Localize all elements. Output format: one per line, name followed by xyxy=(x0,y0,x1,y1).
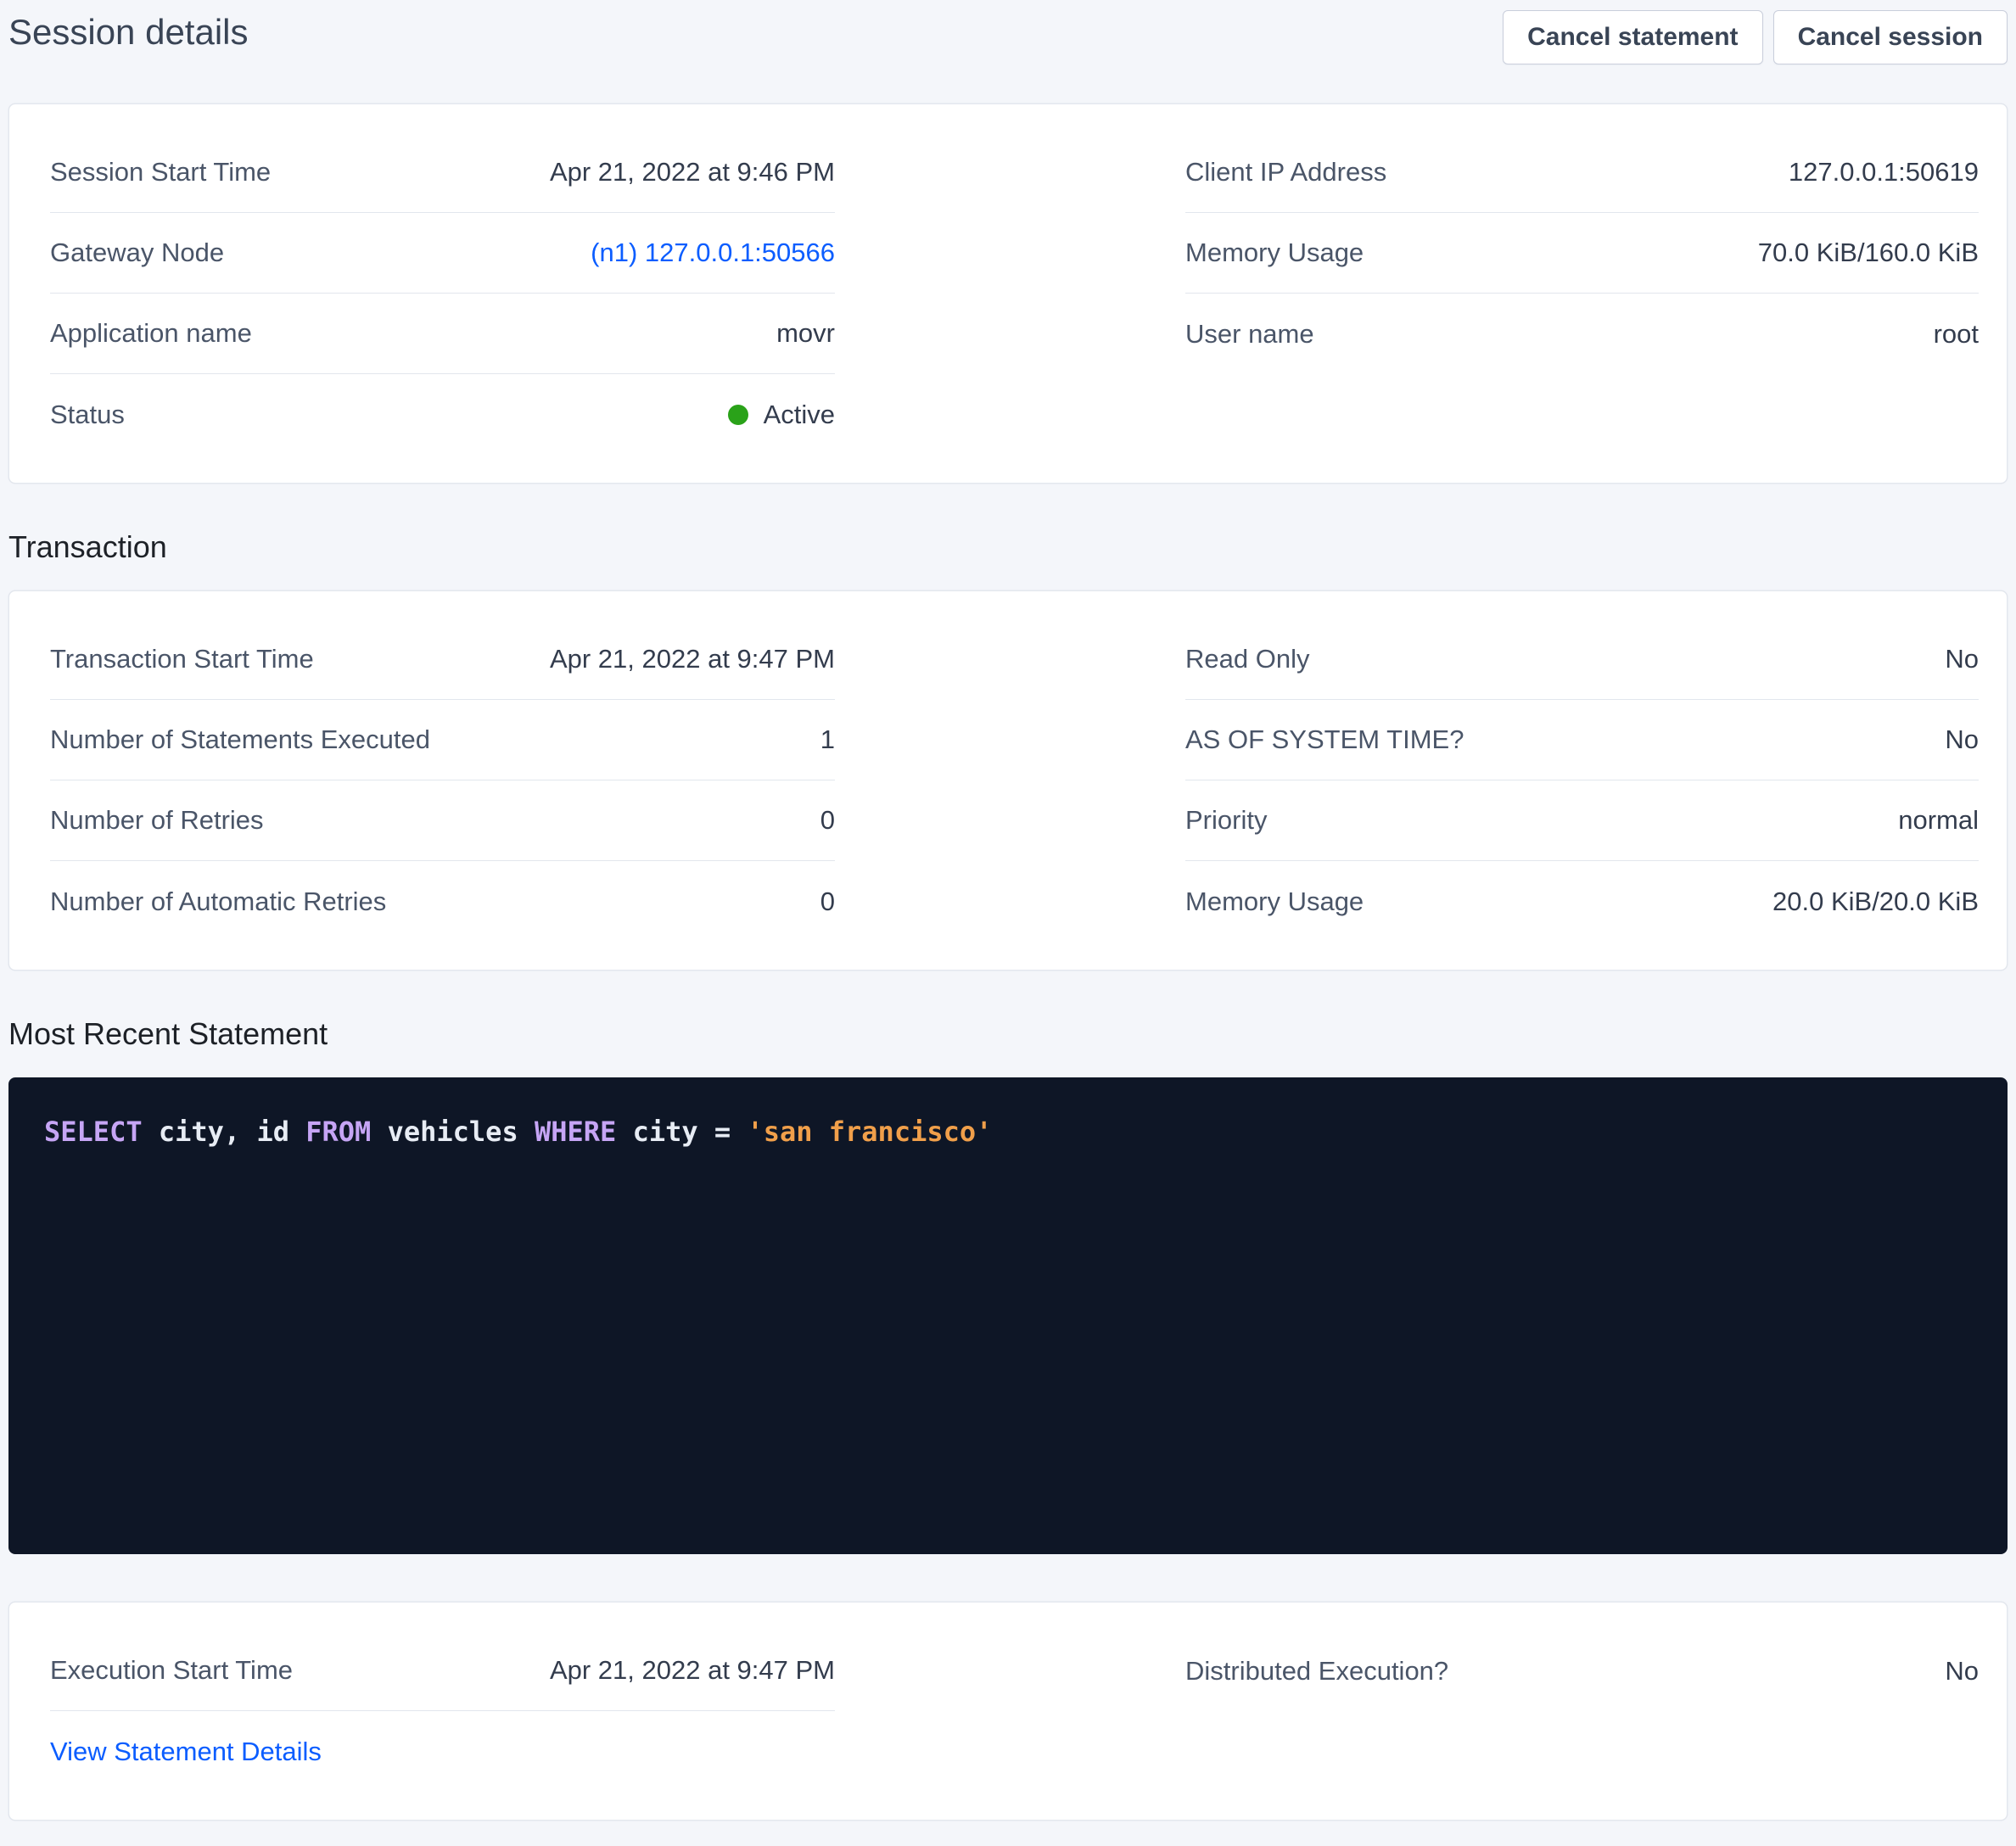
info-row-priority: Priority normal xyxy=(1185,780,1979,861)
row-label: User name xyxy=(1185,319,1314,350)
row-label: Memory Usage xyxy=(1185,887,1364,917)
row-label: Client IP Address xyxy=(1185,157,1386,187)
info-row-statements-executed: Number of Statements Executed 1 xyxy=(50,700,835,780)
execution-card-left-column: Execution Start Time Apr 21, 2022 at 9:4… xyxy=(42,1631,835,1792)
row-value: 127.0.0.1:50619 xyxy=(1789,157,1979,187)
row-label: Session Start Time xyxy=(50,157,271,187)
transaction-card-left-column: Transaction Start Time Apr 21, 2022 at 9… xyxy=(42,619,835,942)
session-card-left-column: Session Start Time Apr 21, 2022 at 9:46 … xyxy=(42,132,835,455)
row-label: Read Only xyxy=(1185,644,1309,674)
info-row-application-name: Application name movr xyxy=(50,294,835,374)
info-row-session-start-time: Session Start Time Apr 21, 2022 at 9:46 … xyxy=(50,132,835,213)
cancel-statement-button[interactable]: Cancel statement xyxy=(1503,10,1762,64)
info-row-as-of-system-time: AS OF SYSTEM TIME? No xyxy=(1185,700,1979,780)
sql-token-keyword: FROM xyxy=(305,1116,371,1148)
sql-token-string: 'san francisco' xyxy=(747,1116,992,1148)
row-label: Distributed Execution? xyxy=(1185,1656,1448,1687)
page-title: Session details xyxy=(8,10,249,53)
execution-card-right-column: Distributed Execution? No xyxy=(1185,1631,1979,1792)
row-value: 0 xyxy=(820,887,835,917)
row-label: Application name xyxy=(50,318,252,349)
row-value: 1 xyxy=(820,724,835,755)
row-value: 0 xyxy=(820,805,835,836)
row-label: Number of Statements Executed xyxy=(50,724,430,755)
row-value: No xyxy=(1945,644,1979,674)
info-row-memory-usage: Memory Usage 70.0 KiB/160.0 KiB xyxy=(1185,213,1979,294)
row-label: Status xyxy=(50,400,125,430)
execution-card: Execution Start Time Apr 21, 2022 at 9:4… xyxy=(8,1602,2008,1821)
row-label: Execution Start Time xyxy=(50,1655,293,1686)
gateway-node-link[interactable]: (n1) 127.0.0.1:50566 xyxy=(591,238,835,268)
most-recent-statement-heading: Most Recent Statement xyxy=(8,1016,2008,1052)
row-label: Priority xyxy=(1185,805,1267,836)
sql-token-plain: vehicles xyxy=(371,1116,535,1148)
session-summary-card: Session Start Time Apr 21, 2022 at 9:46 … xyxy=(8,103,2008,484)
row-label: AS OF SYSTEM TIME? xyxy=(1185,724,1464,755)
session-card-right-column: Client IP Address 127.0.0.1:50619 Memory… xyxy=(1185,132,1979,455)
row-value: root xyxy=(1934,319,1979,350)
row-value: Apr 21, 2022 at 9:46 PM xyxy=(550,157,835,187)
status-badge: Active xyxy=(728,400,835,430)
transaction-card: Transaction Start Time Apr 21, 2022 at 9… xyxy=(8,590,2008,971)
row-value: No xyxy=(1945,724,1979,755)
sql-token-plain: city = xyxy=(616,1116,747,1148)
transaction-card-right-column: Read Only No AS OF SYSTEM TIME? No Prior… xyxy=(1185,619,1979,942)
info-row-number-of-retries: Number of Retries 0 xyxy=(50,780,835,861)
row-value: 70.0 KiB/160.0 KiB xyxy=(1758,238,1979,268)
session-details-page: Session details Cancel statement Cancel … xyxy=(0,0,2016,1821)
row-label: Memory Usage xyxy=(1185,238,1364,268)
row-label: Number of Automatic Retries xyxy=(50,887,386,917)
info-row-transaction-memory-usage: Memory Usage 20.0 KiB/20.0 KiB xyxy=(1185,861,1979,942)
info-row-transaction-start-time: Transaction Start Time Apr 21, 2022 at 9… xyxy=(50,619,835,700)
info-row-client-ip: Client IP Address 127.0.0.1:50619 xyxy=(1185,132,1979,213)
row-value: 20.0 KiB/20.0 KiB xyxy=(1772,887,1979,917)
row-value: No xyxy=(1945,1656,1979,1687)
row-value: normal xyxy=(1898,805,1979,836)
row-value: movr xyxy=(776,318,835,349)
view-statement-details-row: View Statement Details xyxy=(50,1711,835,1792)
sql-token-plain: city, id xyxy=(143,1116,306,1148)
row-value: Apr 21, 2022 at 9:47 PM xyxy=(550,1655,835,1686)
cancel-session-button[interactable]: Cancel session xyxy=(1773,10,2008,64)
row-value: Apr 21, 2022 at 9:47 PM xyxy=(550,644,835,674)
row-label: Transaction Start Time xyxy=(50,644,314,674)
sql-token-keyword: SELECT xyxy=(44,1116,143,1148)
sql-code-block: SELECT city, id FROM vehicles WHERE city… xyxy=(8,1077,2008,1554)
sql-token-keyword: WHERE xyxy=(535,1116,616,1148)
info-row-user-name: User name root xyxy=(1185,294,1979,374)
info-row-distributed-execution: Distributed Execution? No xyxy=(1185,1631,1979,1711)
info-row-status: Status Active xyxy=(50,374,835,455)
sql-statement: SELECT city, id FROM vehicles WHERE city… xyxy=(44,1111,1972,1152)
status-active-dot-icon xyxy=(728,405,748,425)
info-row-execution-start-time: Execution Start Time Apr 21, 2022 at 9:4… xyxy=(50,1631,835,1711)
transaction-heading: Transaction xyxy=(8,529,2008,565)
info-row-gateway-node: Gateway Node (n1) 127.0.0.1:50566 xyxy=(50,213,835,294)
row-label: Gateway Node xyxy=(50,238,224,268)
info-row-automatic-retries: Number of Automatic Retries 0 xyxy=(50,861,835,942)
status-text: Active xyxy=(764,400,835,430)
view-statement-details-link[interactable]: View Statement Details xyxy=(50,1737,322,1767)
row-label: Number of Retries xyxy=(50,805,264,836)
header-actions: Cancel statement Cancel session xyxy=(1503,10,2008,64)
info-row-read-only: Read Only No xyxy=(1185,619,1979,700)
page-header: Session details Cancel statement Cancel … xyxy=(0,0,2016,64)
